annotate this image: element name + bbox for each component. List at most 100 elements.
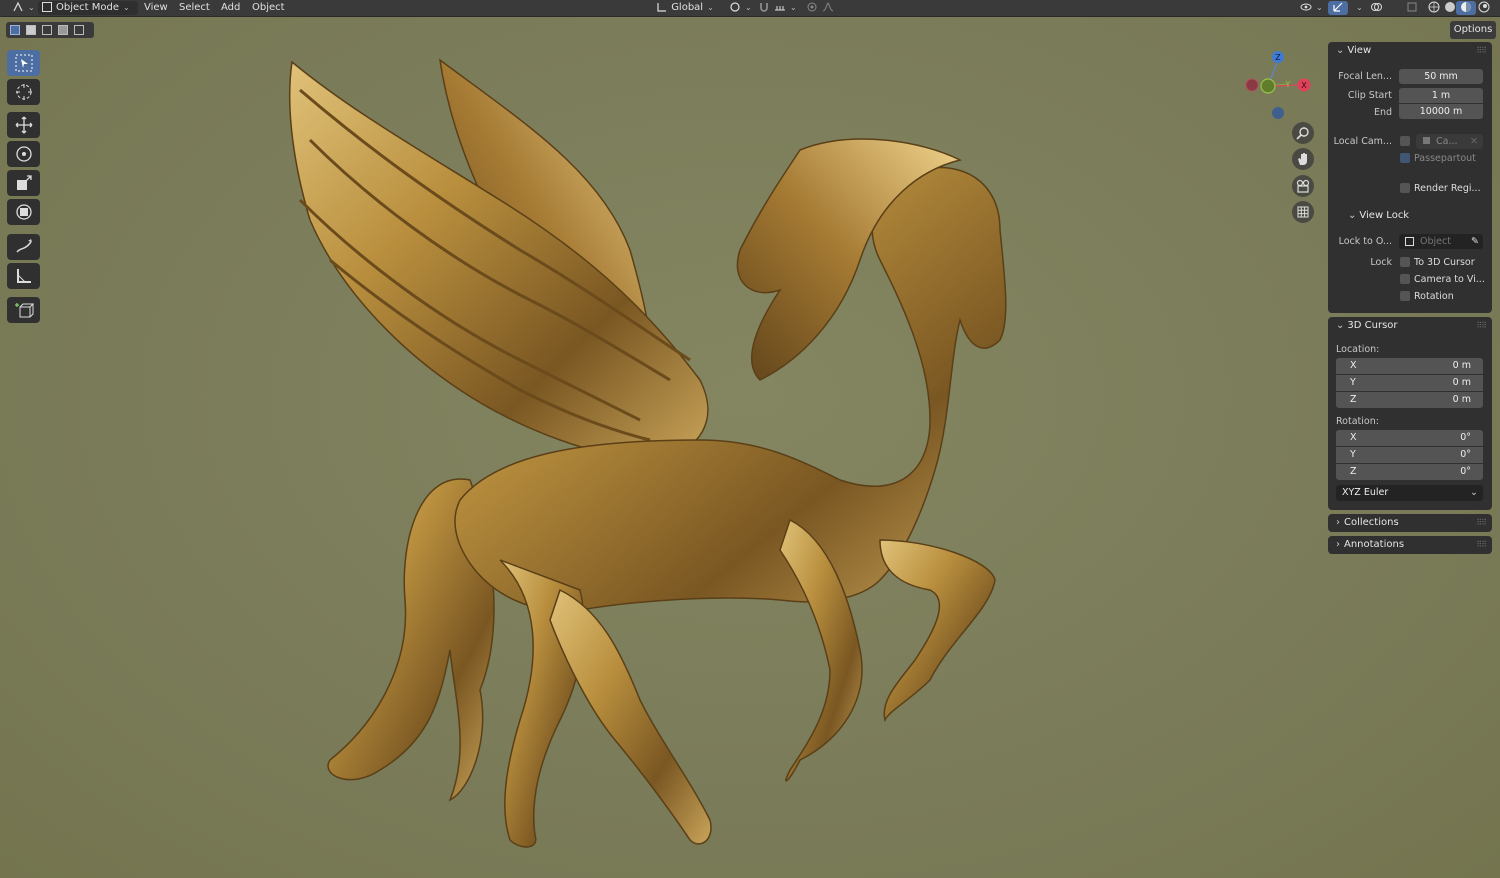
editor-type-icon — [13, 1, 23, 12]
collections-header[interactable]: › Collections ⠿⠿ — [1328, 514, 1492, 532]
collections-section[interactable]: › Collections ⠿⠿ — [1328, 514, 1492, 532]
location-y-field[interactable]: Y 0 m — [1336, 375, 1483, 391]
gizmo-dropdown[interactable]: ⌄ — [1348, 1, 1367, 15]
rotation-x-field[interactable]: X 0° — [1336, 430, 1483, 446]
transform-tool[interactable] — [7, 199, 40, 225]
clip-end-field[interactable]: 10000 m — [1399, 104, 1483, 119]
pivot-dropdown[interactable]: ⌄ — [725, 1, 756, 15]
eyedropper-icon[interactable]: ✎ — [1471, 234, 1479, 249]
select-intersect-icon[interactable] — [74, 25, 84, 35]
axis-z: Z — [1350, 394, 1357, 405]
focal-length-label: Focal Len... — [1338, 71, 1392, 82]
eye-icon — [1300, 3, 1312, 11]
add-cube-tool[interactable] — [7, 297, 40, 323]
3d-cursor-header[interactable]: ⌄ 3D Cursor ⠿⠿ — [1328, 317, 1492, 335]
scale-tool[interactable] — [7, 170, 40, 196]
menu-add[interactable]: Add — [217, 1, 244, 15]
select-invert-icon[interactable] — [58, 25, 68, 35]
visibility-dropdown[interactable]: ⌄ — [1296, 1, 1327, 15]
drag-grip-icon[interactable]: ⠿⠿ — [1476, 536, 1487, 554]
lock-rotation-checkbox[interactable] — [1400, 291, 1410, 301]
rotation-z-field[interactable]: Z 0° — [1336, 464, 1483, 480]
chevron-down-icon: ⌄ — [1336, 320, 1345, 331]
rotate-tool[interactable] — [7, 141, 40, 167]
measure-tool[interactable] — [7, 263, 40, 289]
lock-label: Lock — [1370, 257, 1392, 268]
location-z-field[interactable]: Z 0 m — [1336, 392, 1483, 408]
passepartout-checkbox[interactable] — [1400, 153, 1410, 163]
menu-select[interactable]: Select — [175, 1, 214, 15]
clip-end-label: End — [1373, 107, 1392, 118]
snap-target-dropdown[interactable]: ⌄ — [770, 1, 801, 15]
rotation-z-value: 0° — [1460, 466, 1471, 477]
camera-to-view-checkbox[interactable] — [1400, 274, 1410, 284]
view-section-header[interactable]: ⌄ View ⠿⠿ — [1328, 42, 1492, 60]
overlays-toggle[interactable] — [1366, 1, 1386, 15]
rotation-label: Rotation: — [1336, 416, 1379, 427]
clip-start-field[interactable]: 1 m — [1399, 88, 1483, 103]
transform-icon — [15, 204, 32, 220]
pencil-icon — [15, 239, 32, 253]
drag-grip-icon[interactable]: ⠿⠿ — [1476, 317, 1487, 335]
3d-viewport[interactable]: ⌄ Object Mode ⌄ View Select Add Object Gl… — [0, 0, 1500, 878]
falloff-dropdown[interactable] — [818, 1, 838, 15]
zoom-magnifier-icon — [1296, 127, 1309, 140]
falloff-curve-icon — [822, 2, 834, 12]
rotation-y-field[interactable]: Y 0° — [1336, 447, 1483, 463]
select-extend-icon[interactable] — [26, 25, 36, 35]
rotation-y-value: 0° — [1460, 449, 1471, 460]
ortho-toggle-button[interactable] — [1292, 201, 1314, 223]
annotations-header[interactable]: › Annotations ⠿⠿ — [1328, 536, 1492, 554]
pegasus-model[interactable] — [0, 0, 1500, 878]
clear-x-icon[interactable]: ✕ — [1470, 134, 1478, 149]
xray-toggle[interactable] — [1402, 1, 1422, 15]
pan-button[interactable] — [1292, 148, 1314, 170]
navigation-gizmo[interactable]: Z Y X — [1240, 44, 1320, 124]
focal-length-field[interactable]: 50 mm — [1399, 69, 1483, 84]
lock-3d-cursor-checkbox[interactable] — [1400, 257, 1410, 267]
menu-object[interactable]: Object — [248, 1, 289, 15]
select-new-icon[interactable] — [10, 25, 20, 35]
neg-x-axis-dot — [1245, 78, 1259, 92]
rotate-icon — [15, 146, 32, 162]
location-x-field[interactable]: X 0 m — [1336, 358, 1483, 374]
menu-view[interactable]: View — [140, 1, 172, 15]
annotations-title: Annotations — [1344, 539, 1405, 550]
select-subtract-icon[interactable] — [42, 25, 52, 35]
mode-dropdown[interactable]: Object Mode ⌄ — [38, 1, 138, 15]
annotations-section[interactable]: › Annotations ⠿⠿ — [1328, 536, 1492, 554]
annotate-tool[interactable] — [7, 234, 40, 260]
lock-object-placeholder: Object — [1420, 236, 1451, 247]
cursor-tool[interactable] — [7, 79, 40, 105]
local-camera-checkbox[interactable] — [1400, 136, 1410, 146]
camera-view-button[interactable] — [1292, 175, 1314, 197]
rotation-mode-dropdown[interactable]: XYZ Euler ⌄ — [1336, 485, 1483, 501]
transform-orientation-icon — [657, 3, 666, 12]
drag-grip-icon[interactable]: ⠿⠿ — [1476, 514, 1487, 532]
axis-x: X — [1350, 360, 1357, 371]
zoom-button[interactable] — [1292, 122, 1314, 144]
wireframe-sphere-icon — [1428, 1, 1440, 13]
view-section: ⌄ View ⠿⠿ Focal Len... 50 mm Clip Start 1 m… — [1328, 42, 1492, 313]
gizmo-icon — [1333, 2, 1343, 12]
local-camera-field[interactable]: Ca... ✕ — [1416, 134, 1483, 149]
passepartout-label: Passepartout — [1414, 153, 1476, 164]
view-lock-header[interactable]: ⌄ View Lock — [1328, 207, 1492, 225]
select-box-tool[interactable] — [7, 50, 40, 76]
move-tool[interactable] — [7, 112, 40, 138]
location-y-value: 0 m — [1452, 377, 1471, 388]
editor-type-button[interactable]: ⌄ — [8, 1, 39, 15]
xray-icon — [1407, 2, 1417, 12]
location-label: Location: — [1336, 344, 1380, 355]
drag-grip-icon[interactable]: ⠿⠿ — [1476, 42, 1487, 60]
lock-to-object-field[interactable]: Object ✎ — [1399, 234, 1483, 249]
orientation-dropdown[interactable]: Global ⌄ — [652, 1, 718, 15]
gizmo-toggle[interactable] — [1328, 1, 1348, 15]
overlays-icon — [1371, 3, 1382, 11]
orientation-label: Global — [671, 2, 704, 13]
shading-material[interactable] — [1456, 1, 1476, 15]
shading-rendered[interactable] — [1474, 1, 1494, 15]
axis-z: Z — [1350, 466, 1357, 477]
options-button[interactable]: Options — [1450, 21, 1496, 39]
render-region-checkbox[interactable] — [1400, 183, 1410, 193]
